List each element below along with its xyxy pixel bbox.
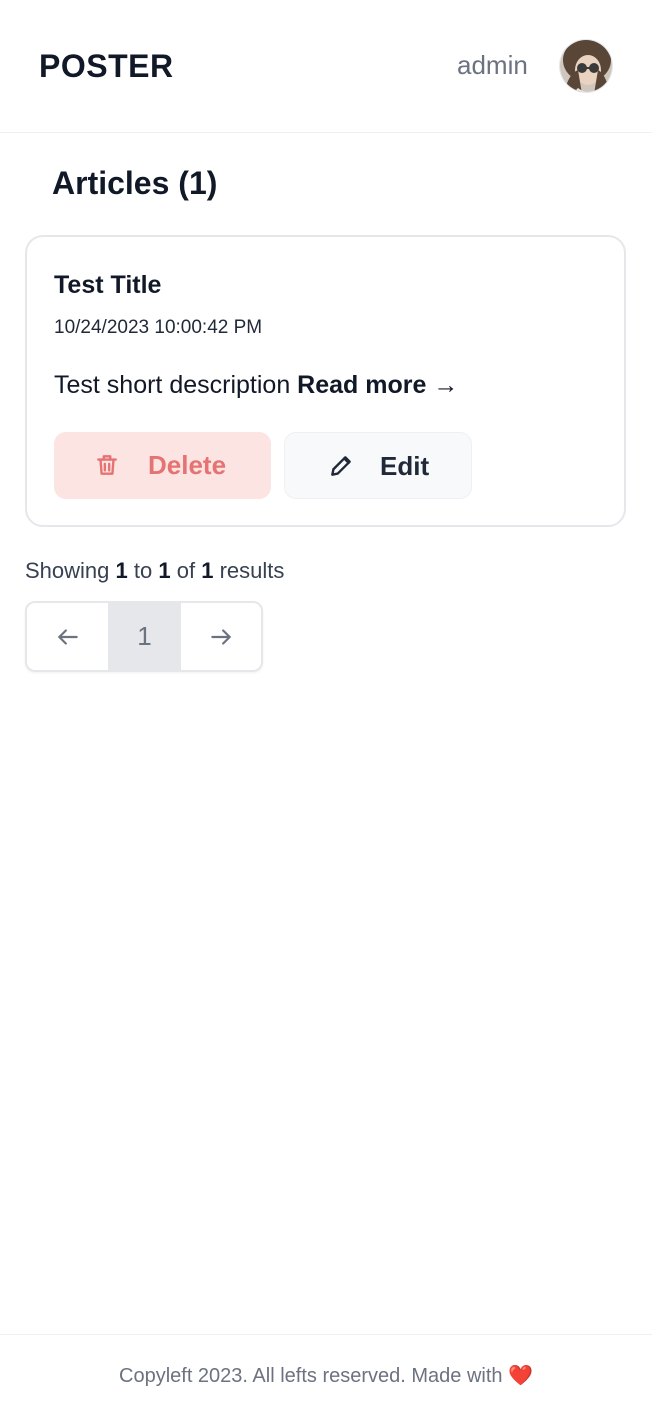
results-summary: Showing 1 to 1 of 1 results — [25, 558, 284, 584]
summary-to-word: to — [133, 558, 153, 583]
summary-prefix: Showing — [25, 558, 110, 583]
summary-of-word: of — [176, 558, 196, 583]
previous-page-button[interactable] — [27, 603, 108, 670]
edit-button[interactable]: Edit — [284, 432, 472, 499]
avatar[interactable] — [559, 39, 613, 93]
top-navbar: POSTER admin — [0, 0, 652, 133]
edit-button-label: Edit — [380, 451, 430, 481]
trash-icon — [94, 452, 120, 478]
summary-total: 1 — [201, 558, 214, 583]
read-more-link[interactable]: Read more → — [297, 371, 458, 399]
article-description: Test short description Read more → — [54, 371, 458, 400]
article-card: Test Title 10/24/2023 10:00:42 PM Test s… — [25, 235, 626, 527]
footer-copyright: Copyleft 2023. All lefts reserved. Made … — [119, 1365, 503, 1387]
heart-icon: ❤️ — [508, 1365, 533, 1387]
app: POSTER admin Articles (1) Test Title 10/… — [0, 0, 652, 1412]
arrow-right-icon — [211, 628, 231, 645]
article-title[interactable]: Test Title — [54, 271, 161, 300]
article-description-text: Test short description — [54, 371, 291, 399]
pagination: 1 — [25, 601, 263, 672]
article-date: 10/24/2023 10:00:42 PM — [54, 317, 263, 338]
avatar-image — [560, 40, 612, 92]
page-title: Articles (1) — [52, 165, 218, 201]
footer-text: Copyleft 2023. All lefts reserved. Made … — [0, 1363, 652, 1388]
delete-button[interactable]: Delete — [54, 432, 271, 499]
summary-suffix: results — [219, 558, 285, 583]
brand-logo[interactable]: POSTER — [39, 48, 174, 85]
page-button-current[interactable]: 1 — [108, 603, 181, 670]
summary-to: 1 — [158, 558, 171, 583]
delete-button-label: Delete — [148, 450, 227, 480]
arrow-left-icon — [57, 628, 78, 645]
footer: Copyleft 2023. All lefts reserved. Made … — [0, 1334, 652, 1412]
summary-from: 1 — [115, 558, 128, 583]
username[interactable]: admin — [457, 50, 528, 81]
next-page-button[interactable] — [181, 603, 261, 670]
pencil-icon — [328, 453, 354, 479]
